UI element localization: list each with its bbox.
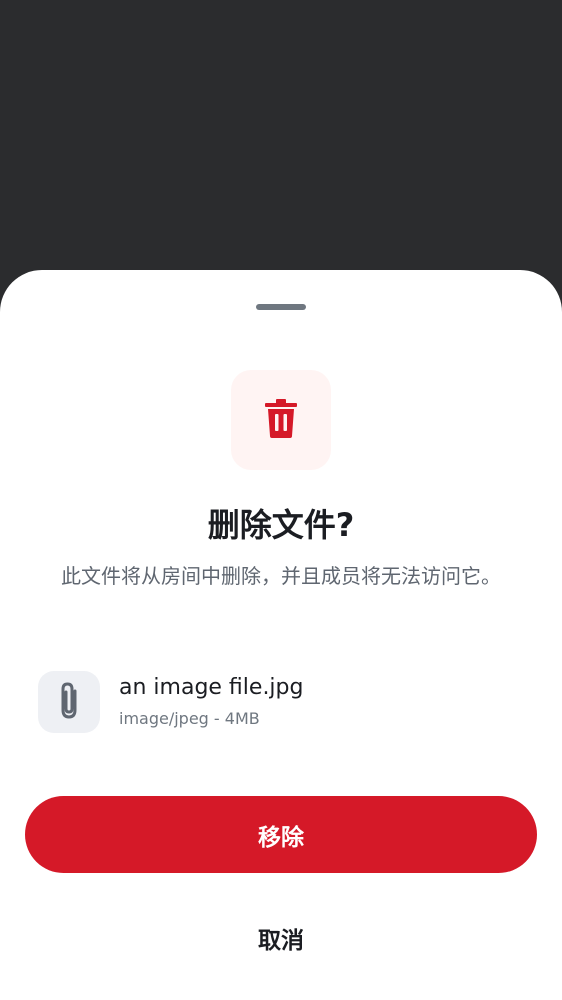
cancel-button[interactable]: 取消 bbox=[180, 910, 382, 966]
bottom-sheet: 删除文件? 此文件将从房间中删除，并且成员将无法访问它。 an image fi… bbox=[0, 270, 562, 1000]
file-meta: image/jpeg - 4MB bbox=[119, 709, 260, 728]
remove-button[interactable]: 移除 bbox=[25, 796, 537, 873]
trash-icon bbox=[263, 398, 299, 442]
dialog-message: 此文件将从房间中删除，并且成员将无法访问它。 bbox=[61, 564, 501, 588]
dialog-title: 删除文件? bbox=[207, 506, 355, 544]
drag-handle[interactable] bbox=[256, 304, 306, 310]
paperclip-icon bbox=[54, 679, 84, 725]
delete-icon-tile bbox=[231, 370, 331, 470]
file-icon-tile bbox=[38, 671, 100, 733]
file-name: an image file.jpg bbox=[119, 675, 304, 700]
